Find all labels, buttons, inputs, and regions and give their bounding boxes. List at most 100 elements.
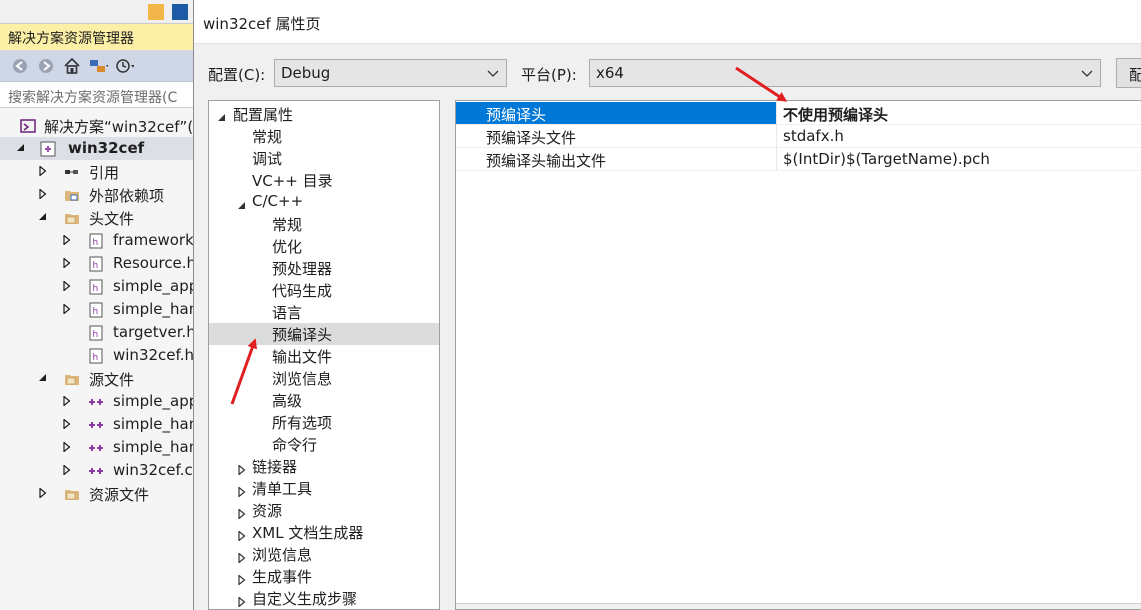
references-icon bbox=[64, 164, 80, 180]
expanded-triangle-icon[interactable] bbox=[38, 212, 48, 222]
nav-item-label: 命令行 bbox=[272, 436, 318, 454]
solution-tree-item[interactable]: h framework bbox=[0, 229, 200, 252]
nav-item[interactable]: 浏览信息 bbox=[209, 543, 439, 565]
collapsed-triangle-icon[interactable] bbox=[62, 442, 72, 452]
history-icon[interactable] bbox=[114, 56, 134, 76]
collapsed-triangle-icon[interactable] bbox=[237, 549, 247, 564]
nav-item[interactable]: 代码生成 bbox=[209, 279, 439, 301]
platform-combo[interactable]: x64 bbox=[589, 59, 1101, 87]
solution-tree-item-label: 解决方案“win32cef”(1 bbox=[44, 118, 200, 136]
property-grid-footer bbox=[456, 603, 1141, 609]
configuration-manager-button[interactable]: 配置管理器(O)... bbox=[1116, 58, 1141, 88]
home-icon[interactable] bbox=[62, 56, 82, 76]
cpp-file-icon bbox=[88, 463, 104, 479]
nav-item-label: 调试 bbox=[252, 150, 283, 168]
property-row[interactable]: 预编译头文件 stdafx.h bbox=[456, 125, 1141, 148]
property-row[interactable]: 预编译头 不使用预编译头 bbox=[456, 102, 1141, 125]
solution-tree-item[interactable]: simple_han bbox=[0, 436, 200, 459]
solution-tree-item[interactable]: simple_app bbox=[0, 390, 200, 413]
nav-item[interactable]: 链接器 bbox=[209, 455, 439, 477]
collapsed-triangle-icon[interactable] bbox=[237, 593, 247, 608]
collapsed-triangle-icon[interactable] bbox=[62, 396, 72, 406]
solution-tree-item-label: 源文件 bbox=[89, 371, 135, 389]
nav-item-label: 配置属性 bbox=[233, 106, 294, 124]
svg-text:h: h bbox=[93, 238, 99, 248]
collapsed-triangle-icon[interactable] bbox=[38, 166, 48, 176]
configuration-combo[interactable]: Debug bbox=[274, 59, 507, 87]
property-value[interactable]: stdafx.h bbox=[783, 125, 844, 147]
header-file-icon: h bbox=[88, 302, 104, 318]
solution-tree-item[interactable]: 资源文件 bbox=[0, 482, 200, 505]
solution-tree-item[interactable]: win32cef bbox=[0, 137, 200, 160]
header-file-icon: h bbox=[88, 325, 104, 341]
nav-item[interactable]: XML 文档生成器 bbox=[209, 521, 439, 543]
collapsed-triangle-icon[interactable] bbox=[38, 488, 48, 498]
nav-item[interactable]: 优化 bbox=[209, 235, 439, 257]
nav-item[interactable]: 输出文件 bbox=[209, 345, 439, 367]
property-value[interactable]: 不使用预编译头 bbox=[783, 102, 888, 124]
solution-tree-item[interactable]: 头文件 bbox=[0, 206, 200, 229]
collapsed-triangle-icon[interactable] bbox=[237, 461, 247, 476]
collapsed-triangle-icon[interactable] bbox=[62, 258, 72, 268]
nav-item[interactable]: 常规 bbox=[209, 125, 439, 147]
collapsed-triangle-icon[interactable] bbox=[38, 189, 48, 199]
nav-item[interactable]: 清单工具 bbox=[209, 477, 439, 499]
cpp-file-icon bbox=[88, 417, 104, 433]
nav-item[interactable]: 高级 bbox=[209, 389, 439, 411]
solution-tree-item[interactable]: h Resource.h bbox=[0, 252, 200, 275]
expanded-triangle-icon[interactable] bbox=[38, 373, 48, 383]
collapsed-triangle-icon[interactable] bbox=[62, 465, 72, 475]
collapsed-triangle-icon[interactable] bbox=[62, 419, 72, 429]
nav-item[interactable]: 生成事件 bbox=[209, 565, 439, 587]
nav-item[interactable]: 资源 bbox=[209, 499, 439, 521]
solution-tree-item[interactable]: simple_han bbox=[0, 413, 200, 436]
nav-item[interactable]: 浏览信息 bbox=[209, 367, 439, 389]
nav-item[interactable]: 语言 bbox=[209, 301, 439, 323]
nav-item[interactable]: VC++ 目录 bbox=[209, 169, 439, 191]
solution-tree-item[interactable]: h simple_app bbox=[0, 275, 200, 298]
solution-tree-item-label: win32cef.cp bbox=[113, 461, 200, 479]
nav-item[interactable]: 所有选项 bbox=[209, 411, 439, 433]
nav-item[interactable]: 预处理器 bbox=[209, 257, 439, 279]
header-file-icon: h bbox=[88, 233, 104, 249]
collapsed-triangle-icon[interactable] bbox=[62, 235, 72, 245]
solution-explorer-search-input[interactable]: 搜索解决方案资源管理器(C bbox=[0, 82, 200, 108]
forward-icon[interactable] bbox=[36, 56, 56, 76]
solution-tree-item[interactable]: 引用 bbox=[0, 160, 200, 183]
nav-item[interactable]: 配置属性 bbox=[209, 103, 439, 125]
nav-item-label: 所有选项 bbox=[272, 414, 333, 432]
solution-tree-item[interactable]: win32cef.cp bbox=[0, 459, 200, 482]
nav-item[interactable]: 调试 bbox=[209, 147, 439, 169]
collapsed-triangle-icon[interactable] bbox=[237, 571, 247, 586]
nav-item[interactable]: 自定义生成步骤 bbox=[209, 587, 439, 609]
solution-tree-item-label: framework bbox=[113, 231, 194, 249]
nav-item[interactable]: 命令行 bbox=[209, 433, 439, 455]
solution-tree-item-label: 外部依赖项 bbox=[89, 187, 165, 205]
sync-view-icon[interactable] bbox=[88, 56, 108, 76]
solution-tree-item-label: simple_han bbox=[113, 415, 199, 433]
collapsed-triangle-icon[interactable] bbox=[237, 483, 247, 498]
solution-tree-item[interactable]: h simple_han bbox=[0, 298, 200, 321]
external-deps-icon bbox=[64, 187, 80, 203]
solution-tree-item[interactable]: 解决方案“win32cef”(1 bbox=[0, 114, 200, 137]
back-icon[interactable] bbox=[10, 56, 30, 76]
collapsed-triangle-icon[interactable] bbox=[237, 505, 247, 520]
cpp-file-icon bbox=[88, 394, 104, 410]
solution-tree-item[interactable]: 源文件 bbox=[0, 367, 200, 390]
folder-icon bbox=[64, 486, 80, 502]
solution-tree-item[interactable]: 外部依赖项 bbox=[0, 183, 200, 206]
collapsed-triangle-icon[interactable] bbox=[62, 281, 72, 291]
property-value[interactable]: $(IntDir)$(TargetName).pch bbox=[783, 148, 990, 170]
nav-item[interactable]: C/C++ bbox=[209, 191, 439, 213]
solution-tree-item[interactable]: h targetver.h bbox=[0, 321, 200, 344]
property-row[interactable]: 预编译头输出文件 $(IntDir)$(TargetName).pch bbox=[456, 148, 1141, 171]
collapsed-triangle-icon[interactable] bbox=[237, 527, 247, 542]
expanded-triangle-icon[interactable] bbox=[217, 109, 227, 121]
header-file-icon: h bbox=[88, 348, 104, 364]
nav-item[interactable]: 常规 bbox=[209, 213, 439, 235]
expanded-triangle-icon[interactable] bbox=[237, 197, 247, 209]
solution-tree-item[interactable]: h win32cef.h bbox=[0, 344, 200, 367]
expanded-triangle-icon[interactable] bbox=[16, 143, 26, 153]
nav-item[interactable]: 预编译头 bbox=[209, 323, 439, 345]
collapsed-triangle-icon[interactable] bbox=[62, 304, 72, 314]
